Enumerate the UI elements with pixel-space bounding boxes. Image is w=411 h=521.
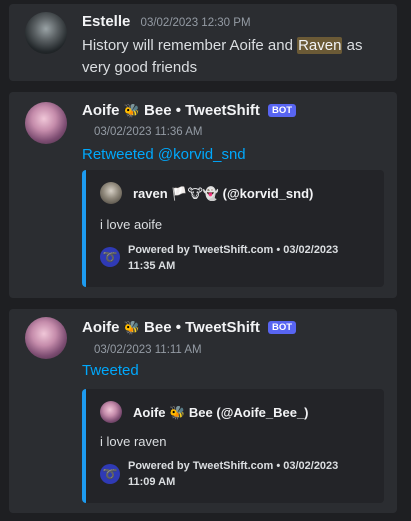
embed-text: i love raven xyxy=(100,434,167,449)
tweetshift-bird-icon: ➰ xyxy=(100,247,120,267)
tweet-embed: Aoife 🐝 Bee (@Aoife_Bee_) i love raven ➰… xyxy=(82,389,384,503)
message-author: Estelle 03/02/2023 12:30 PM xyxy=(82,13,251,30)
avatar[interactable] xyxy=(25,12,67,54)
bee-icon: 🐝 xyxy=(123,320,140,335)
message-content: History will remember Aoife and Raven as… xyxy=(82,35,382,79)
embed-author-avatar[interactable] xyxy=(100,182,122,204)
embed-footer: Powered by TweetShift.com • 03/02/2023 1… xyxy=(128,460,339,488)
message-author: Aoife 🐝 Bee • TweetShift BOT xyxy=(82,102,297,119)
avatar[interactable] xyxy=(25,102,67,144)
message-tweetshift-tweet: Aoife 🐝 Bee • TweetShift BOT 03/02/2023 … xyxy=(9,309,397,513)
bot-badge: BOT xyxy=(268,104,297,117)
embed-footer: Powered by TweetShift.com • 03/02/2023 1… xyxy=(128,244,339,272)
embed-author[interactable]: raven 🏳️🐮👻 (@korvid_snd) xyxy=(133,186,313,202)
author-name[interactable]: Aoife xyxy=(82,319,120,336)
author-name-suffix[interactable]: Bee • TweetShift xyxy=(144,102,260,119)
avatar[interactable] xyxy=(25,317,67,359)
author-name[interactable]: Estelle xyxy=(82,13,130,30)
embed-text: i love aoife xyxy=(100,217,163,232)
highlighted-word: Raven xyxy=(297,37,343,54)
content-text: History will remember Aoife and xyxy=(82,37,298,54)
embed-author[interactable]: Aoife 🐝 Bee (@Aoife_Bee_) xyxy=(133,405,309,421)
retweet-link[interactable]: Retweeted @korvid_snd xyxy=(82,146,246,163)
tweet-link[interactable]: Tweeted xyxy=(82,362,139,379)
message-estelle: Estelle 03/02/2023 12:30 PM History will… xyxy=(9,4,397,81)
message-author: Aoife 🐝 Bee • TweetShift BOT xyxy=(82,319,297,336)
message-tweetshift-retweet: Aoife 🐝 Bee • TweetShift BOT 03/02/2023 … xyxy=(9,92,397,298)
bee-icon: 🐝 xyxy=(123,103,140,118)
tweetshift-bird-icon: ➰ xyxy=(100,464,120,484)
author-name-suffix[interactable]: Bee • TweetShift xyxy=(144,319,260,336)
author-name[interactable]: Aoife xyxy=(82,102,120,119)
tweet-embed: raven 🏳️🐮👻 (@korvid_snd) i love aoife ➰ … xyxy=(82,170,384,287)
message-timestamp: 03/02/2023 11:36 AM xyxy=(94,126,203,138)
embed-author-avatar[interactable] xyxy=(100,401,122,423)
message-timestamp: 03/02/2023 12:30 PM xyxy=(140,17,251,29)
bot-badge: BOT xyxy=(268,321,297,334)
message-timestamp: 03/02/2023 11:11 AM xyxy=(94,344,202,356)
